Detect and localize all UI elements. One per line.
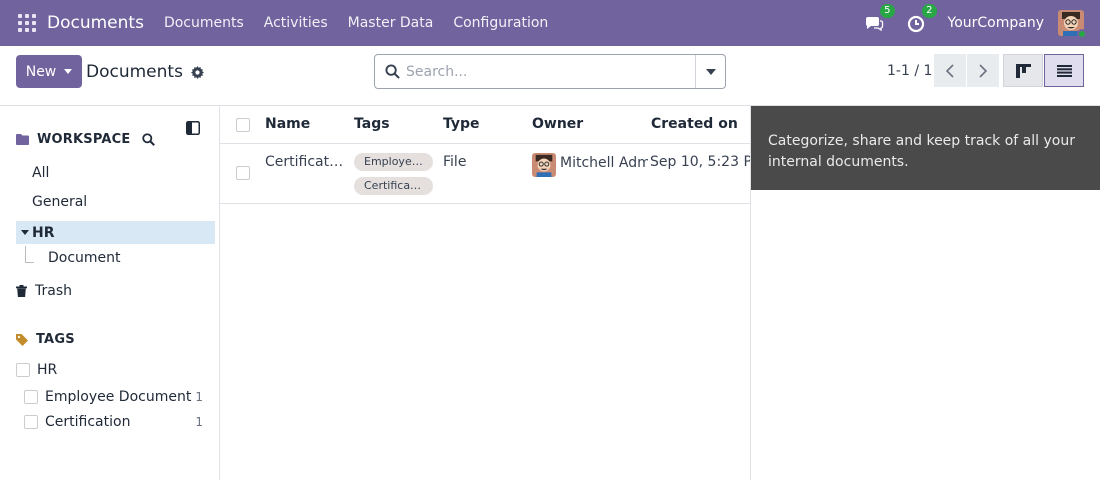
tag-label: Employee Document <box>45 388 192 405</box>
search-input[interactable] <box>400 55 695 88</box>
sidebar-toggle-icon[interactable] <box>186 121 200 135</box>
column-header-owner[interactable]: Owner <box>532 116 583 132</box>
owner-avatar <box>532 153 556 177</box>
online-status-dot <box>1077 29 1087 39</box>
new-button[interactable]: New <box>16 55 82 88</box>
column-header-type[interactable]: Type <box>443 116 480 132</box>
search-bar <box>374 54 726 89</box>
caret-down-icon <box>21 230 29 235</box>
breadcrumb: Documents <box>86 62 204 82</box>
help-message: Categorize, share and keep track of all … <box>751 106 1100 190</box>
document-type: File <box>443 154 467 170</box>
table-row[interactable]: Certificat… Employe… Certifica… File Mit… <box>220 144 750 204</box>
row-checkbox[interactable] <box>236 166 250 180</box>
tags-title: TAGS <box>36 332 75 347</box>
workspace-header: WORKSPACE <box>16 132 156 147</box>
tag-count: 1 <box>195 389 203 404</box>
tag-group-checkbox[interactable] <box>16 362 30 377</box>
chevron-right-icon <box>979 63 988 78</box>
page-title: Documents <box>86 62 183 82</box>
workspace-label: All <box>32 164 50 181</box>
list-view-button[interactable] <box>1044 54 1084 87</box>
workspace-label: HR <box>32 224 55 241</box>
new-button-label: New <box>25 63 57 80</box>
gear-icon[interactable] <box>190 65 204 79</box>
workspace-title: WORKSPACE <box>37 132 131 147</box>
kanban-view-button[interactable] <box>1003 54 1043 87</box>
tag-group-hr[interactable]: HR <box>16 358 215 381</box>
search-panel: WORKSPACE All General HR Document Trash … <box>0 106 220 480</box>
caret-down-icon <box>705 68 716 75</box>
chat-icon <box>865 17 883 32</box>
list-icon <box>1056 64 1072 77</box>
column-header-name[interactable]: Name <box>265 116 310 132</box>
kanban-icon <box>1015 63 1031 78</box>
tag-certification[interactable]: Certification 1 <box>16 410 215 433</box>
search-options-toggle[interactable] <box>695 55 725 88</box>
company-switcher[interactable]: YourCompany <box>948 15 1045 31</box>
messages-badge: 5 <box>880 4 895 18</box>
systray: 5 2 YourCompany <box>864 0 1100 46</box>
avatar-icon <box>532 153 556 177</box>
pager-previous-button[interactable] <box>934 54 966 87</box>
app-name[interactable]: Documents <box>47 13 144 33</box>
created-on: Sep 10, 5:23 PM <box>650 154 750 170</box>
row-tag: Certifica… <box>354 177 433 195</box>
activities-badge: 2 <box>922 4 937 18</box>
pager-next-button[interactable] <box>967 54 999 87</box>
menu-documents[interactable]: Documents <box>164 15 244 31</box>
workspace-hr[interactable]: HR <box>16 221 215 244</box>
workspace-trash[interactable]: Trash <box>16 279 215 302</box>
tag-label: Certification <box>45 413 131 430</box>
workspace-general[interactable]: General <box>16 190 215 213</box>
search-icon[interactable] <box>142 133 156 146</box>
folder-icon <box>16 134 29 145</box>
search-icon <box>385 64 400 79</box>
workspace-document[interactable]: Document <box>16 246 215 269</box>
menu-activities[interactable]: Activities <box>264 15 328 31</box>
apps-menu-icon[interactable] <box>18 14 36 32</box>
chevron-left-icon <box>945 63 954 78</box>
tags-header: TAGS <box>16 332 75 347</box>
column-header-created-on[interactable]: Created on <box>651 116 738 132</box>
caret-down-icon <box>64 69 73 74</box>
tag-group-label: HR <box>37 361 58 378</box>
workspace-label: Document <box>48 249 121 266</box>
workspace-all[interactable]: All <box>16 161 215 184</box>
pager-value[interactable]: 1-1 / 1 <box>887 63 932 79</box>
tag-count: 1 <box>195 414 203 429</box>
tag-checkbox[interactable] <box>24 414 38 429</box>
control-panel: New Documents 1-1 / 1 <box>0 46 1100 106</box>
user-avatar[interactable] <box>1058 10 1087 39</box>
tag-icon <box>16 333 28 346</box>
workspace-label: General <box>32 193 88 210</box>
menu-master-data[interactable]: Master Data <box>348 15 434 31</box>
row-tag: Employe… <box>354 153 433 171</box>
menu-configuration[interactable]: Configuration <box>453 15 548 31</box>
column-header-tags[interactable]: Tags <box>354 116 390 132</box>
tag-checkbox[interactable] <box>24 389 38 404</box>
workspace-label: Trash <box>35 282 72 299</box>
select-all-checkbox[interactable] <box>236 118 250 132</box>
tag-employee-document[interactable]: Employee Document 1 <box>16 385 215 408</box>
top-navbar: Documents Documents Activities Master Da… <box>0 0 1100 46</box>
trash-icon <box>16 284 27 297</box>
activities-button[interactable]: 2 <box>906 4 937 33</box>
owner-name: Mitchell Admi <box>560 155 648 171</box>
messages-button[interactable]: 5 <box>864 4 895 33</box>
table-header: Name Tags Type Owner Created on <box>220 106 750 144</box>
clock-icon <box>907 15 924 33</box>
main-menu: Documents Activities Master Data Configu… <box>164 15 568 31</box>
document-name[interactable]: Certificat… <box>265 154 343 170</box>
preview-panel: Categorize, share and keep track of all … <box>750 106 1100 480</box>
documents-list: Name Tags Type Owner Created on Certific… <box>220 106 750 480</box>
